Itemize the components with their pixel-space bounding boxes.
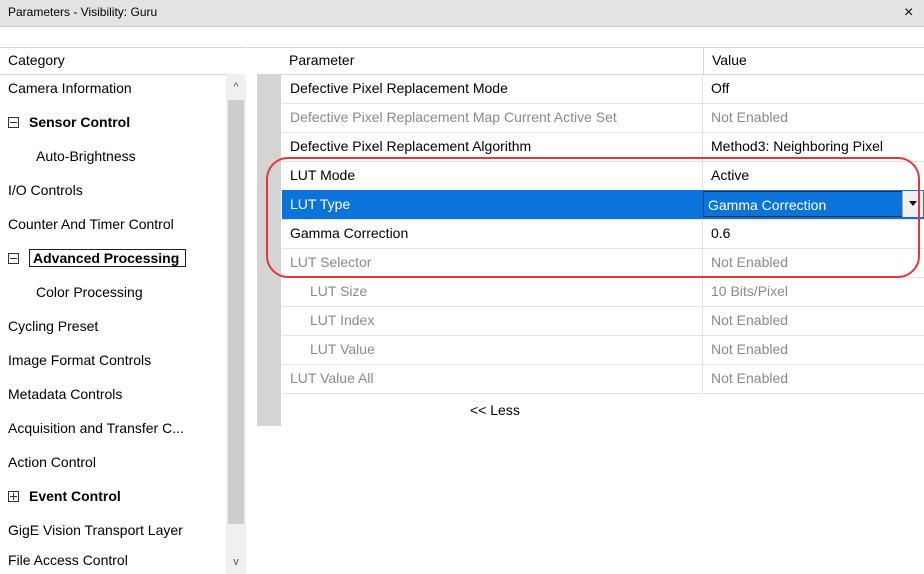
category-item-label: I/O Controls (8, 182, 83, 198)
cell-divider (702, 74, 703, 103)
parameter-name: LUT Selector (290, 254, 372, 270)
parameter-row[interactable]: Gamma Correction 0.6 (282, 219, 924, 249)
title-bar: Parameters - Visibility: Guru × (0, 0, 924, 27)
category-item-sensor-control[interactable]: Sensor Control (8, 108, 130, 136)
parameter-value[interactable]: Off (711, 74, 729, 102)
parameter-row[interactable]: LUT Mode Active (282, 161, 924, 191)
lut-type-dropdown[interactable]: Gamma Correction (703, 191, 923, 217)
category-item-label: Auto-Brightness (36, 148, 136, 164)
category-item-acquisition-and-transfer[interactable]: Acquisition and Transfer C... (8, 414, 184, 442)
category-item-file-access-control[interactable]: File Access Control (8, 546, 128, 574)
column-divider[interactable] (703, 48, 704, 74)
value-column-header[interactable]: Value (712, 52, 747, 68)
chevron-down-icon[interactable] (902, 191, 923, 217)
expand-icon[interactable] (8, 490, 19, 502)
parameter-value: Not Enabled (711, 341, 789, 357)
parameter-value[interactable]: Method3: Neighboring Pixel (711, 132, 883, 160)
cell-divider (702, 306, 703, 335)
parameters-window: Parameters - Visibility: Guru × Category… (0, 0, 924, 574)
parameter-row[interactable]: Defective Pixel Replacement Map Current … (282, 103, 924, 133)
cell-divider (702, 103, 703, 132)
parameter-name: Defective Pixel Replacement Mode (290, 80, 508, 96)
category-item-label: Metadata Controls (8, 386, 123, 402)
cell-divider (702, 161, 703, 190)
category-item-color-processing[interactable]: Color Processing (36, 278, 143, 306)
category-item-camera-information[interactable]: Camera Information (8, 74, 132, 102)
collapse-icon[interactable] (8, 116, 19, 128)
parameter-table-header: Parameter Value (247, 47, 924, 75)
scroll-down-arrow-icon[interactable]: v (226, 552, 246, 572)
parameter-row[interactable]: LUT Size 10 Bits/Pixel (282, 277, 924, 307)
parameter-name: LUT Index (310, 312, 375, 328)
category-column-header: Category (0, 47, 246, 75)
less-link[interactable]: << Less (470, 402, 520, 418)
parameter-name: LUT Size (310, 283, 368, 299)
window-title: Parameters - Visibility: Guru (8, 5, 158, 19)
parameter-row[interactable]: Defective Pixel Replacement Mode Off (282, 74, 924, 104)
parameter-row[interactable]: LUT Index Not Enabled (282, 306, 924, 336)
parameter-row[interactable]: Defective Pixel Replacement Algorithm Me… (282, 132, 924, 162)
category-header-label: Category (8, 52, 65, 68)
category-item-label: Counter And Timer Control (8, 216, 174, 232)
cell-divider (702, 364, 703, 393)
category-item-label: Sensor Control (29, 114, 131, 130)
category-item-cycling-preset[interactable]: Cycling Preset (8, 312, 98, 340)
category-item-io-controls[interactable]: I/O Controls (8, 176, 83, 204)
category-item-label: Advanced Processing (29, 249, 187, 267)
parameter-name: Defective Pixel Replacement Algorithm (290, 138, 532, 154)
category-item-label: Image Format Controls (8, 352, 152, 368)
parameter-name: Gamma Correction (290, 225, 409, 241)
category-item-advanced-processing[interactable]: Advanced Processing (8, 244, 187, 272)
parameter-name: LUT Mode (290, 167, 356, 183)
parameter-name: Defective Pixel Replacement Map Current … (290, 109, 617, 125)
parameter-value: Not Enabled (711, 312, 789, 328)
category-item-metadata-controls[interactable]: Metadata Controls (8, 380, 122, 408)
cell-divider (702, 219, 703, 248)
cell-divider (702, 248, 703, 277)
category-item-label: Color Processing (36, 284, 143, 300)
category-item-action-control[interactable]: Action Control (8, 448, 96, 476)
category-item-gige-vision-transport-layer[interactable]: GigE Vision Transport Layer (8, 516, 183, 544)
parameter-value[interactable]: Active (711, 161, 749, 189)
parameter-value: Not Enabled (711, 254, 789, 270)
cell-divider (702, 132, 703, 161)
category-item-label: Acquisition and Transfer C... (8, 420, 184, 436)
parameter-value: Not Enabled (711, 370, 789, 386)
parameter-row[interactable]: LUT Selector Not Enabled (282, 248, 924, 278)
row-gutter (257, 74, 281, 426)
category-item-label: GigE Vision Transport Layer (8, 522, 183, 538)
collapse-icon[interactable] (8, 252, 19, 264)
parameter-name: LUT Type (290, 196, 351, 212)
parameter-value[interactable]: 0.6 (711, 219, 730, 247)
scrollbar-thumb[interactable] (228, 100, 244, 524)
category-item-label: Event Control (29, 488, 121, 504)
parameter-row-selected[interactable]: LUT Type Gamma Correction (282, 190, 924, 220)
parameter-name: LUT Value (310, 341, 375, 357)
category-item-auto-brightness[interactable]: Auto-Brightness (36, 142, 136, 170)
category-item-label: Action Control (8, 454, 96, 470)
parameter-name: LUT Value All (290, 370, 374, 386)
parameter-row[interactable]: LUT Value All Not Enabled (282, 364, 924, 394)
category-item-counter-and-timer-control[interactable]: Counter And Timer Control (8, 210, 174, 238)
close-button[interactable]: × (904, 0, 924, 26)
category-scrollbar[interactable]: ^ v (226, 74, 246, 574)
category-item-label: Camera Information (8, 80, 132, 96)
cell-divider (702, 335, 703, 364)
category-item-image-format-controls[interactable]: Image Format Controls (8, 346, 151, 374)
category-item-label: Cycling Preset (8, 318, 99, 334)
parameter-row[interactable]: LUT Value Not Enabled (282, 335, 924, 365)
category-item-label: File Access Control (8, 552, 128, 568)
parameter-column-header[interactable]: Parameter (289, 52, 354, 68)
pane-splitter[interactable] (246, 73, 257, 574)
parameter-value: 10 Bits/Pixel (711, 283, 789, 299)
cell-divider (702, 277, 703, 306)
category-item-event-control[interactable]: Event Control (8, 482, 121, 510)
dropdown-selected-value: Gamma Correction (708, 197, 827, 213)
parameter-value: Not Enabled (711, 109, 789, 125)
scroll-up-arrow-icon[interactable]: ^ (226, 77, 246, 97)
